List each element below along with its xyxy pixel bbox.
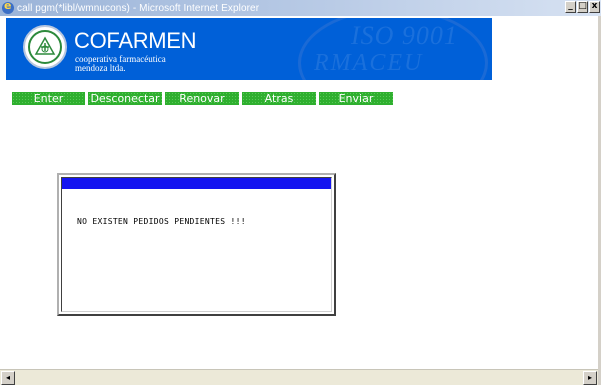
dialog-message: NO EXISTEN PEDIDOS PENDIENTES !!!: [77, 217, 246, 226]
enter-button[interactable]: Enter: [12, 92, 85, 105]
brand-subtitle-line2: mendoza ltda.: [75, 63, 126, 73]
dialog-header-bar: [62, 178, 331, 189]
menu-bar: Enter Desconectar Renovar Atras Enviar: [12, 92, 396, 105]
brand-name: COFARMEN: [74, 28, 197, 53]
maximize-button[interactable]: □: [577, 1, 588, 13]
renovar-button[interactable]: Renovar: [165, 92, 239, 105]
cofarmen-logo-icon: [23, 25, 67, 69]
enviar-button[interactable]: Enviar: [319, 92, 393, 105]
cofarmen-banner: ISO 9001 RMACEU COFARMEN cooperativa far…: [6, 18, 492, 80]
message-dialog-body: NO EXISTEN PEDIDOS PENDIENTES !!!: [61, 177, 332, 312]
scroll-right-button[interactable]: ▸: [583, 371, 597, 385]
internet-explorer-icon: [2, 0, 14, 14]
watermark-text: RMACEU: [314, 50, 424, 76]
message-dialog: NO EXISTEN PEDIDOS PENDIENTES !!!: [57, 173, 336, 316]
close-button[interactable]: x: [589, 1, 600, 13]
window-title: call pgm(*libl/wmnucons) - Microsoft Int…: [17, 2, 260, 14]
scroll-left-button[interactable]: ◂: [1, 371, 15, 385]
desconectar-button[interactable]: Desconectar: [88, 92, 162, 105]
minimize-button[interactable]: _: [565, 1, 576, 13]
iso-watermark: ISO 9001: [351, 21, 458, 50]
atras-button[interactable]: Atras: [242, 92, 316, 105]
logo-emblem: [28, 30, 62, 64]
pharmacy-emblem-icon: [34, 36, 56, 55]
horizontal-scrollbar[interactable]: ◂ ▸: [0, 369, 598, 385]
window-title-bar[interactable]: call pgm(*libl/wmnucons) - Microsoft Int…: [0, 0, 601, 16]
window-controls: _ □ x: [565, 1, 600, 13]
